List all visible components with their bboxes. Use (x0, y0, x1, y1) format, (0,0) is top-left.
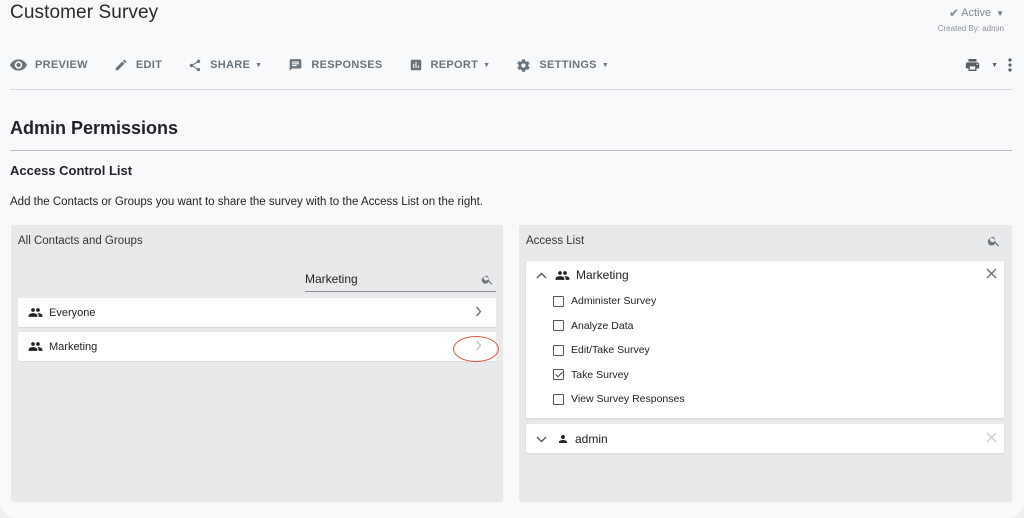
permission-analyze-data[interactable]: Analyze Data (526, 314, 1004, 339)
list-item-label: Everyone (49, 306, 96, 319)
caret-down-icon: ▼ (996, 8, 1004, 18)
app-frame: Customer Survey ✔ Active ▼ Created By: a… (0, 0, 1024, 518)
list-item-everyone[interactable]: Everyone (18, 298, 496, 327)
caret-down-icon: ▼ (483, 61, 491, 69)
contacts-search-value: Marketing (305, 272, 358, 286)
contacts-panel-title: All Contacts and Groups (18, 235, 143, 247)
access-entry-marketing: Marketing Administer Survey Analyze Data… (526, 261, 1004, 418)
toolbar-divider (10, 89, 1012, 90)
status-area: ✔ Active ▼ Created By: admin (938, 6, 1004, 33)
share-label: SHARE (210, 59, 251, 71)
access-list-panel: Access List Marketing Administer Survey (519, 225, 1012, 502)
pencil-icon (115, 59, 127, 71)
share-icon (189, 59, 201, 71)
more-vert-icon[interactable] (1008, 58, 1012, 72)
caret-down-icon: ▼ (255, 61, 263, 69)
permission-label: Edit/Take Survey (571, 344, 650, 357)
access-entry-name: admin (575, 431, 608, 446)
settings-label: SETTINGS (539, 59, 597, 71)
preview-label: PREVIEW (35, 59, 88, 71)
access-entry-name: Marketing (576, 268, 629, 282)
report-label: REPORT (430, 59, 479, 71)
edit-button[interactable]: EDIT (114, 52, 162, 78)
checkbox[interactable] (553, 344, 564, 356)
access-entry-header[interactable]: admin (526, 424, 1004, 453)
search-icon[interactable] (481, 273, 494, 286)
person-icon (559, 434, 567, 443)
responses-icon (290, 59, 302, 71)
permission-label: View Survey Responses (571, 393, 685, 406)
chevron-right-icon[interactable] (475, 306, 482, 320)
toolbar-right: ▼ (964, 57, 1012, 73)
group-icon (555, 270, 570, 280)
contacts-groups-panel: All Contacts and Groups Marketing Everyo… (11, 225, 503, 502)
responses-button[interactable]: RESPONSES (288, 52, 382, 78)
access-entry-header[interactable]: Marketing (526, 261, 1004, 289)
contacts-search-input[interactable]: Marketing (305, 267, 496, 292)
search-icon[interactable] (987, 234, 1001, 253)
checkbox[interactable] (553, 295, 564, 307)
checkbox[interactable] (553, 393, 564, 405)
section-description: Add the Contacts or Groups you want to s… (10, 196, 484, 208)
checkbox[interactable] (553, 320, 564, 332)
permission-edit-take-survey[interactable]: Edit/Take Survey (526, 338, 1004, 363)
permission-administer-survey[interactable]: Administer Survey (526, 289, 1004, 314)
chevron-down-icon[interactable] (536, 432, 547, 446)
group-icon (28, 342, 43, 351)
responses-label: RESPONSES (311, 59, 383, 71)
chevron-up-icon[interactable] (536, 268, 547, 282)
close-icon[interactable] (986, 268, 997, 282)
settings-button[interactable]: SETTINGS ▼ (516, 52, 609, 78)
edit-label: EDIT (135, 59, 163, 71)
list-item-label: Marketing (49, 340, 98, 353)
report-button[interactable]: REPORT ▼ (409, 52, 491, 78)
list-item-marketing[interactable]: Marketing (18, 332, 496, 361)
status-dropdown[interactable]: ✔ Active ▼ (938, 6, 1004, 20)
permission-label: Analyze Data (571, 319, 634, 332)
gear-icon (517, 58, 531, 72)
check-icon: ✔ (949, 6, 960, 20)
report-icon (410, 59, 421, 71)
preview-button[interactable]: PREVIEW (10, 52, 88, 78)
highlight-annotation (453, 336, 499, 362)
heading-divider (10, 150, 1012, 151)
eye-icon (10, 59, 27, 71)
permission-label: Administer Survey (571, 295, 657, 308)
printer-icon[interactable] (964, 57, 981, 73)
caret-down-icon: ▼ (601, 61, 610, 69)
section-heading: Access Control List (10, 163, 133, 178)
toolbar: PREVIEW EDIT SHARE ▼ RESPONSES REPORT ▼ … (10, 52, 1012, 78)
group-icon (28, 308, 43, 317)
permission-take-survey[interactable]: Take Survey (526, 363, 1004, 388)
created-by: Created By: admin (937, 24, 1004, 33)
print-caret-icon[interactable]: ▼ (991, 62, 998, 69)
permission-label: Take Survey (571, 368, 629, 381)
page-heading: Admin Permissions (10, 118, 179, 138)
checkbox-checked[interactable] (553, 369, 564, 381)
access-list-title: Access List (526, 235, 585, 247)
permission-view-survey-responses[interactable]: View Survey Responses (526, 387, 1004, 412)
close-icon[interactable] (986, 431, 997, 446)
access-entry-admin: admin (526, 424, 1004, 453)
share-button[interactable]: SHARE ▼ (188, 52, 262, 78)
survey-title: Customer Survey (10, 2, 159, 23)
status-label: Active (961, 7, 992, 19)
